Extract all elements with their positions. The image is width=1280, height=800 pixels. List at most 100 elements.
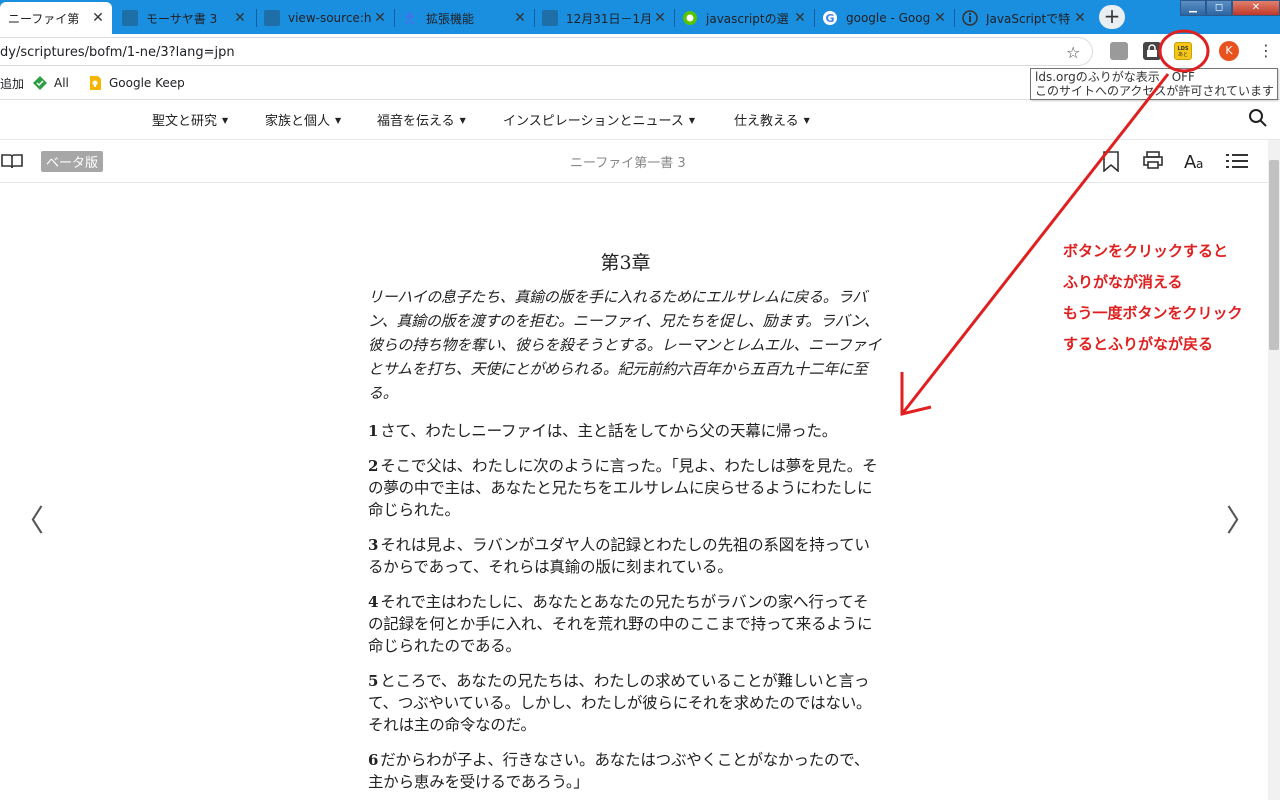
svg-text:あと: あと xyxy=(1178,52,1188,58)
verse-number[interactable]: 4 xyxy=(368,593,378,611)
search-icon[interactable] xyxy=(1248,108,1268,128)
tab-dec31[interactable]: 12月31日－1月 ✕ xyxy=(534,2,674,34)
tab-label: モーサヤ書 3 xyxy=(146,11,218,26)
bookmark-label: All xyxy=(54,76,69,90)
tab-label: JavaScriptで特 xyxy=(986,11,1071,26)
chapter-content: 第3章 リーハイの息子たち、真鍮の版を手に入れるためにエルサレムに戻る。ラバン、… xyxy=(368,248,883,800)
tab-active[interactable]: ニーファイ第 ✕ xyxy=(0,2,112,34)
verse-number[interactable]: 5 xyxy=(368,672,378,690)
qiita-icon xyxy=(682,10,698,26)
profile-avatar[interactable]: K xyxy=(1219,41,1239,61)
verse: 3 それは見よ、ラバンがユダヤ人の記録とわたしの先祖の系図を持っているからであって… xyxy=(368,534,883,578)
bookmark-star-icon[interactable]: ☆ xyxy=(1066,43,1080,62)
window-controls: ▁ ◻ ✕ xyxy=(1180,0,1280,16)
annotation-line: もう一度ボタンをクリック xyxy=(1063,304,1243,322)
google-icon: G xyxy=(822,10,838,26)
tab-view-source[interactable]: view-source:h ✕ xyxy=(256,2,394,34)
close-icon[interactable]: ✕ xyxy=(232,10,248,26)
verse-text: さて、わたしニーファイは、主と話をしてから父の天幕に帰った。 xyxy=(380,422,838,440)
bookmark-all[interactable]: All xyxy=(32,75,69,91)
annotation-line: ボタンをクリックすると xyxy=(1063,242,1229,260)
tab-javascript[interactable]: javascriptの選 ✕ xyxy=(674,2,814,34)
print-icon[interactable] xyxy=(1142,150,1164,172)
close-icon[interactable]: ✕ xyxy=(1072,10,1088,26)
omnibox[interactable]: dy/scriptures/bofm/1-ne/3?lang=jpn ☆ xyxy=(0,37,1093,66)
close-icon[interactable]: ✕ xyxy=(512,10,528,26)
address-toolbar: dy/scriptures/bofm/1-ne/3?lang=jpn ☆ xyxy=(0,34,1280,68)
close-icon[interactable]: ✕ xyxy=(652,10,668,26)
tab-mosiah[interactable]: モーサヤ書 3 ✕ xyxy=(114,2,254,34)
verse: 4 それで主はわたしに、あなたとあなたの兄たちがラバンの家へ行ってその記録を何とか… xyxy=(368,591,883,657)
menu-icon[interactable]: ⋮ xyxy=(1258,41,1274,60)
close-icon[interactable]: ✕ xyxy=(932,10,948,26)
caret-down-icon: ▼ xyxy=(222,116,229,125)
annotation-arrowhead xyxy=(900,372,932,416)
verse-text: だからわが子よ、行きなさい。あなたはつぶやくことがなかったので、主から恵みを受け… xyxy=(368,751,870,791)
verse: 6 だからわが子よ、行きなさい。あなたはつぶやくことがなかったので、主から恵みを受… xyxy=(368,749,883,793)
nav-label: インスピレーションとニュース xyxy=(503,114,684,129)
verse-number[interactable]: 6 xyxy=(368,751,378,769)
extension-gray-icon[interactable] xyxy=(1110,42,1128,60)
scrollbar-thumb[interactable] xyxy=(1269,160,1279,350)
extension-lock-icon[interactable] xyxy=(1143,42,1161,60)
tab-google[interactable]: G google - Goog ✕ xyxy=(814,2,954,34)
page-favicon-icon xyxy=(264,10,280,26)
svg-text:G: G xyxy=(825,12,834,25)
text-size-icon[interactable]: Aa xyxy=(1184,150,1206,173)
url-text: dy/scriptures/bofm/1-ne/3?lang=jpn xyxy=(0,45,235,60)
new-tab-button[interactable]: + xyxy=(1099,5,1125,29)
annotation-note: ボタンをクリックすると ふりがなが消える もう一度ボタンをクリック するとふりが… xyxy=(1063,236,1243,360)
caret-down-icon: ▼ xyxy=(459,116,466,125)
svg-text:a: a xyxy=(1196,157,1203,171)
close-icon[interactable]: ✕ xyxy=(90,10,106,26)
verse: 5 ところで、あなたの兄たちは、わたしの求めていることが難しいと言って、つぶやいて… xyxy=(368,670,883,736)
tab-label: google - Goog xyxy=(846,11,931,25)
tab-javascript-2[interactable]: JavaScriptで特 ✕ xyxy=(954,2,1094,34)
bookmark-add[interactable]: 追加 xyxy=(0,75,24,92)
furigana-toggle-icon[interactable]: LDS あと xyxy=(1174,42,1192,60)
list-icon[interactable] xyxy=(1226,150,1248,172)
page-favicon-icon xyxy=(542,10,558,26)
close-icon[interactable]: ✕ xyxy=(372,10,388,26)
extension-tooltip: lds.orgのふりがな表示 OFF このサイトへのアクセスが許可されています xyxy=(1030,68,1278,100)
nav-label: 家族と個人 xyxy=(265,114,331,129)
puzzle-icon xyxy=(402,10,418,26)
verse-text: そこで父は、わたしに次のように言った。「見よ、わたしは夢を見た。その夢の中で主は… xyxy=(368,457,878,519)
nav-label: 聖文と研究 xyxy=(152,114,218,129)
window-close-button[interactable]: ✕ xyxy=(1232,0,1280,16)
bookmark-google-keep[interactable]: Google Keep xyxy=(87,75,185,91)
verse-number[interactable]: 3 xyxy=(368,536,378,554)
bookmark-icon[interactable] xyxy=(1100,150,1122,173)
site-navigation: 聖文と研究 ▼ 家族と個人 ▼ 福音を伝える ▼ インスピレーションとニュース ▼ 仕え… xyxy=(0,100,1280,140)
nav-item-gospel[interactable]: 福音を伝える ▼ xyxy=(377,110,466,129)
tab-label: 12月31日－1月 xyxy=(566,11,652,26)
tooltip-line: このサイトへのアクセスが許可されています xyxy=(1035,84,1273,98)
previous-chapter-icon[interactable]: 〈 xyxy=(14,496,44,540)
minimize-button[interactable]: ▁ xyxy=(1180,0,1206,16)
keep-icon xyxy=(87,75,103,91)
info-icon xyxy=(962,10,978,26)
bookmark-label: Google Keep xyxy=(109,76,185,90)
chapter-title: 第3章 xyxy=(600,252,651,274)
verse: 2 そこで父は、わたしに次のように言った。「見よ、わたしは夢を見た。その夢の中で主… xyxy=(368,455,883,521)
maximize-button[interactable]: ◻ xyxy=(1206,0,1232,16)
nav-item-inspiration[interactable]: インスピレーションとニュース ▼ xyxy=(503,110,695,129)
annotation-line: ふりがなが消える xyxy=(1063,273,1183,291)
tab-label: ニーファイ第 xyxy=(8,11,80,26)
verse-number[interactable]: 2 xyxy=(368,457,378,475)
tab-label: 拡張機能 xyxy=(426,11,475,26)
chapter-name: ニーファイ第一書 3 xyxy=(570,156,686,171)
verse: 1 さて、わたしニーファイは、主と話をしてから父の天幕に帰った。 xyxy=(368,420,883,442)
nav-item-family[interactable]: 家族と個人 ▼ xyxy=(265,110,341,129)
next-chapter-icon[interactable]: 〉 xyxy=(1226,496,1256,540)
verse-text: それは見よ、ラバンがユダヤ人の記録とわたしの先祖の系図を持っているからであって、… xyxy=(368,536,870,576)
nav-item-scriptures[interactable]: 聖文と研究 ▼ xyxy=(152,110,228,129)
verse-number[interactable]: 1 xyxy=(368,422,378,440)
close-icon[interactable]: ✕ xyxy=(792,10,808,26)
verse-text: それで主はわたしに、あなたとあなたの兄たちがラバンの家へ行ってその記録を何とか手… xyxy=(368,593,873,655)
page-favicon-icon xyxy=(122,10,138,26)
tab-extensions[interactable]: 拡張機能 ✕ xyxy=(394,2,534,34)
nav-item-serve[interactable]: 仕え教える ▼ xyxy=(734,110,810,129)
caret-down-icon: ▼ xyxy=(803,116,810,125)
open-book-icon[interactable] xyxy=(1,150,23,172)
